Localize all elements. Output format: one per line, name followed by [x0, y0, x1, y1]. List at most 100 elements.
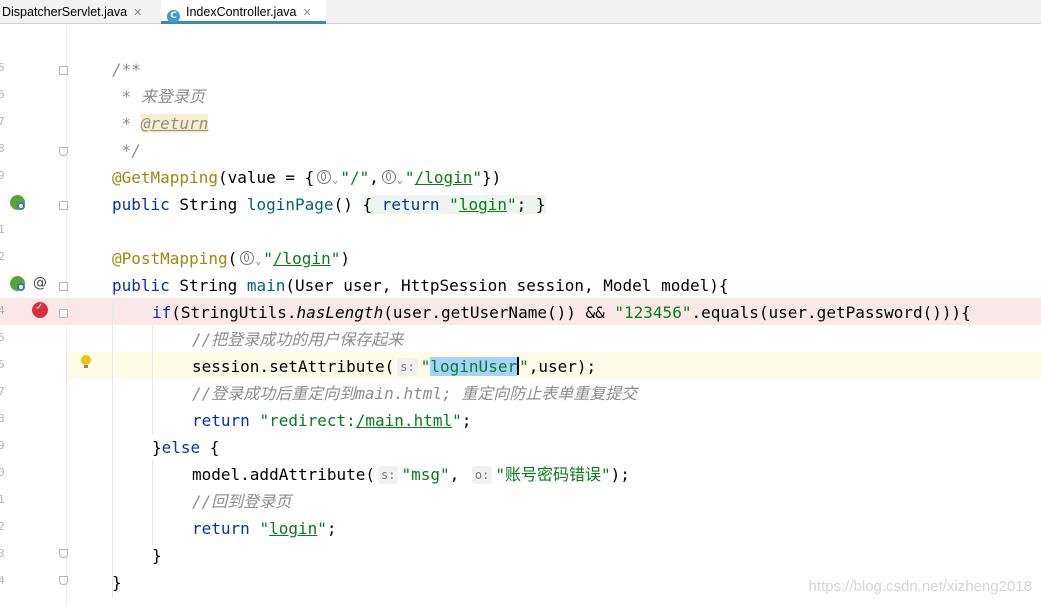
- web-mapping-icon[interactable]: [10, 276, 25, 291]
- string-literal: "账号密码错误": [495, 465, 611, 484]
- line-number: 1: [0, 493, 5, 506]
- code-text: session.setAttribute(: [192, 357, 395, 376]
- code-line[interactable]: public String main(User user, HttpSessio…: [112, 272, 729, 299]
- string-literal: ": [259, 519, 270, 538]
- string-literal: ": [452, 411, 462, 430]
- fold-marker[interactable]: [59, 549, 68, 558]
- keyword: public: [112, 276, 170, 295]
- string-literal: ": [330, 249, 341, 268]
- close-icon[interactable]: ✕: [133, 7, 142, 19]
- code-line[interactable]: //把登录成功的用户保存起来: [192, 326, 403, 353]
- code-line[interactable]: }: [152, 542, 162, 569]
- string-literal: ": [263, 249, 273, 268]
- code-text: String: [169, 195, 247, 214]
- fold-marker[interactable]: [59, 201, 68, 210]
- url-link[interactable]: /login: [415, 168, 473, 187]
- chevron-down-icon[interactable]: ⌄: [255, 256, 261, 267]
- code-text: (User user, HttpSession session, Model m…: [285, 276, 729, 295]
- parameter-hint: o:: [471, 466, 493, 484]
- line-number: 9: [0, 169, 5, 182]
- code-line[interactable]: @GetMapping(value = {⌄ "/", ⌄ "/login"}): [112, 164, 501, 191]
- code-line[interactable]: session.setAttribute(s: "loginUser ",user)…: [192, 353, 596, 380]
- line-number: 2: [0, 250, 5, 263]
- at-annotation-icon[interactable]: @: [33, 275, 47, 291]
- url-link[interactable]: /login: [273, 249, 331, 268]
- template-link[interactable]: login: [458, 195, 507, 214]
- line-number: 6: [0, 88, 5, 101]
- code-line[interactable]: return "login";: [192, 515, 337, 542]
- keyword: else: [161, 438, 201, 457]
- line-number: 8: [0, 412, 5, 425]
- web-mapping-icon[interactable]: [10, 195, 25, 210]
- annotation: @PostMapping: [112, 249, 228, 268]
- folded-brace: }: [535, 195, 546, 214]
- code-text: (value = {: [217, 168, 315, 187]
- code-text: }: [112, 573, 122, 592]
- code-line[interactable]: * 来登录页: [112, 83, 205, 110]
- string-literal: "/": [340, 168, 370, 187]
- breakpoint-icon[interactable]: [32, 302, 48, 318]
- code-line[interactable]: }: [112, 569, 122, 596]
- globe-icon[interactable]: [381, 170, 396, 184]
- line-comment: //登录成功后重定向到: [192, 384, 356, 403]
- code-line[interactable]: //回到登录页: [192, 488, 291, 515]
- tab-label: DispatcherServlet.java: [2, 5, 128, 19]
- template-link[interactable]: /main.html: [356, 411, 452, 430]
- tab-dispatcherservlet[interactable]: DispatcherServlet.java ✕: [0, 0, 160, 24]
- code-text: ,: [369, 168, 379, 187]
- line-number: 4: [0, 574, 5, 587]
- line-number: 5: [0, 331, 5, 344]
- code-text: }: [152, 546, 162, 565]
- string-literal: ": [404, 168, 415, 187]
- code-line[interactable]: @PostMapping(⌄ "/login"): [112, 245, 350, 272]
- code-line[interactable]: public String loginPage() { return "logi…: [112, 191, 546, 218]
- chevron-down-icon[interactable]: ⌄: [332, 175, 338, 186]
- line-number: 4: [0, 304, 5, 317]
- code-line[interactable]: */: [112, 137, 141, 164]
- code-line[interactable]: }else {: [152, 434, 219, 461]
- template-link[interactable]: login: [269, 519, 317, 538]
- keyword: return: [192, 519, 260, 538]
- fold-marker[interactable]: [59, 309, 68, 318]
- lightbulb-icon[interactable]: [81, 355, 91, 368]
- folded-brace: {: [362, 195, 382, 214]
- globe-icon[interactable]: [317, 170, 332, 184]
- selected-text[interactable]: loginUser: [430, 357, 518, 376]
- doc-comment-text: 来登录页: [140, 87, 205, 106]
- fold-marker[interactable]: [59, 576, 68, 585]
- code-line[interactable]: return "redirect:/main.html";: [192, 407, 471, 434]
- line-number: 7: [0, 115, 5, 128]
- close-icon[interactable]: ✕: [302, 7, 311, 19]
- code-text: {: [200, 438, 220, 457]
- doc-tag: @return: [140, 114, 209, 133]
- code-text: }): [481, 168, 502, 187]
- line-number: 9: [0, 439, 5, 452]
- string-literal: ": [420, 357, 431, 376]
- string-literal: ": [472, 168, 482, 187]
- fold-marker[interactable]: [59, 147, 68, 156]
- code-text: ,: [449, 465, 469, 484]
- string-literal: "123456": [614, 303, 692, 322]
- editor-tab-bar: DispatcherServlet.java ✕ C IndexController…: [0, 0, 1041, 24]
- fold-marker[interactable]: [59, 66, 68, 75]
- chevron-down-icon[interactable]: ⌄: [397, 175, 403, 186]
- doc-comment: */: [112, 141, 141, 160]
- code-line[interactable]: model.addAttribute(s: "msg", o: "账号密码错误");: [192, 461, 630, 488]
- parameter-hint: s:: [397, 358, 418, 376]
- method-name: main: [246, 276, 286, 295]
- line-number: 5: [0, 61, 5, 74]
- line-comment: ; 重定向防止表单重复提交: [441, 384, 638, 403]
- code-line[interactable]: /**: [112, 56, 141, 83]
- code-line[interactable]: //登录成功后重定向到main.html; 重定向防止表单重复提交: [192, 380, 637, 407]
- code-text: ,user);: [528, 357, 597, 376]
- globe-icon[interactable]: [240, 251, 255, 265]
- method-name: loginPage: [246, 195, 334, 214]
- line-number: 1: [0, 223, 5, 236]
- fold-marker[interactable]: [59, 282, 68, 291]
- tab-indexcontroller[interactable]: C IndexController.java ✕: [161, 0, 326, 24]
- code-line[interactable]: * @return: [112, 110, 209, 137]
- string-literal: ": [506, 195, 517, 214]
- line-comment: main.html: [355, 384, 442, 403]
- code-text: ): [340, 249, 350, 268]
- code-line[interactable]: if(StringUtils.hasLength(user.getUserNam…: [152, 299, 971, 326]
